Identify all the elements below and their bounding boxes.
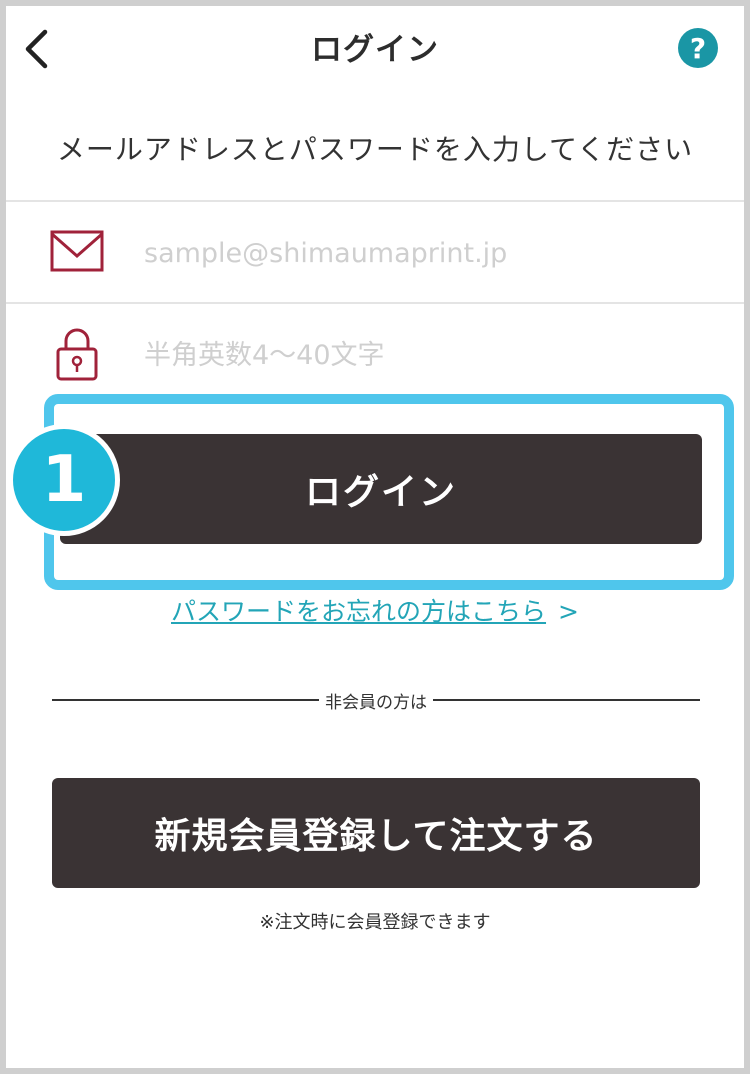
help-icon: ? [689, 31, 707, 65]
divider [6, 302, 744, 304]
lock-icon [56, 328, 98, 381]
separator-label: 非会員の方は [319, 693, 433, 713]
login-button[interactable]: ログイン [60, 434, 702, 544]
envelope-icon [50, 230, 104, 272]
step-number-badge: 1 [8, 424, 120, 536]
page-title: ログイン [311, 32, 439, 68]
non-member-separator: 非会員の方は [52, 688, 700, 713]
help-button[interactable]: ? [678, 28, 718, 68]
signup-button[interactable]: 新規会員登録して注文する [52, 778, 700, 888]
forgot-password-label: パスワードをお忘れの方はこちら [171, 597, 547, 626]
nav-bar: ログイン ? [6, 6, 744, 90]
chevron-right-icon: > [558, 597, 579, 626]
password-input[interactable] [142, 326, 706, 384]
forgot-password-link[interactable]: パスワードをお忘れの方はこちら > [6, 592, 744, 628]
separator-label-wrap: 非会員の方は [52, 688, 700, 713]
login-screen: ログイン ? メールアドレスとパスワードを入力してください ログイン 1 パスワ… [6, 6, 744, 1068]
email-row [6, 204, 744, 300]
email-input[interactable] [142, 224, 706, 282]
divider [6, 200, 744, 202]
password-row [6, 306, 744, 402]
signup-note: ※注文時に会員登録できます [259, 912, 491, 933]
instruction-text: メールアドレスとパスワードを入力してください [56, 133, 694, 166]
